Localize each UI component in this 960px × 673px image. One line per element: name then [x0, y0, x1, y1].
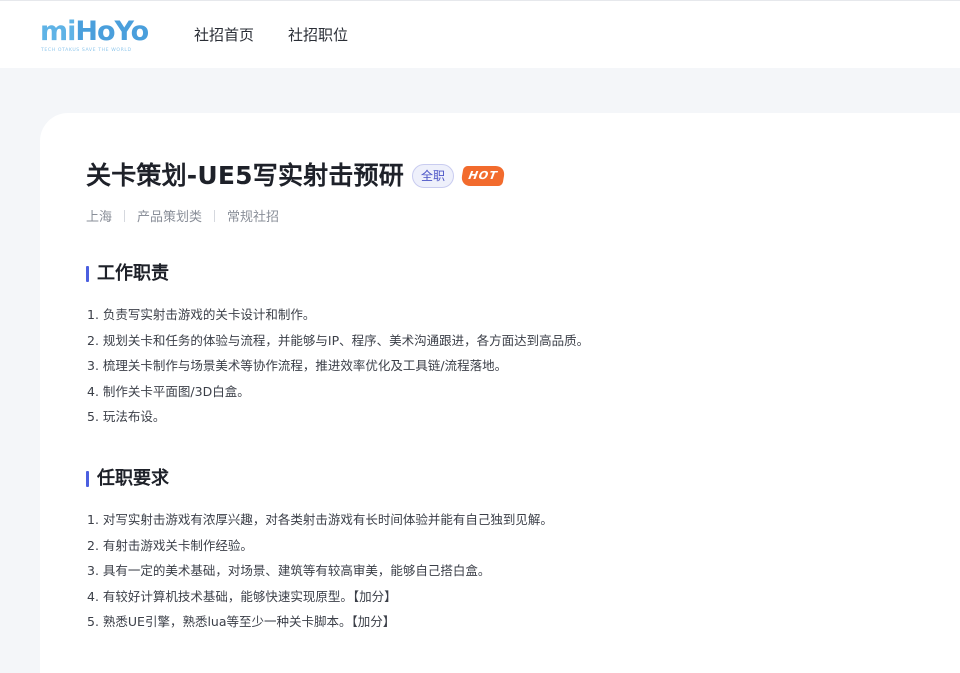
hot-badge: HOT	[460, 166, 506, 186]
list-item: 4. 制作关卡平面图/3D白盒。	[87, 383, 250, 399]
job-recruit-type: 常规社招	[227, 210, 280, 225]
logo-tagline: TECH OTAKUS SAVE THE WORLD	[41, 48, 132, 53]
mihoyo-logo[interactable]: miHoYo TECH OTAKUS SAVE THE WORLD	[40, 15, 149, 55]
list-item: 5. 熟悉UE引擎，熟悉lua等至少一种关卡脚本。【加分】	[87, 614, 396, 629]
job-location: 上海	[86, 210, 113, 225]
list-item: 4. 有较好计算机技术基础，能够快速实现原型。【加分】	[87, 588, 397, 604]
section-accent-bar	[86, 266, 89, 282]
list-item: 2. 规划关卡和任务的体验与流程，并能够与IP、程序、美术沟通跟进，各方面达到高…	[87, 332, 590, 348]
logo-wordmark: miHoYo	[40, 16, 149, 47]
job-title-row: 关卡策划-UE5写实射击预研 全职 HOT	[86, 158, 506, 194]
duties-section-title: 工作职责	[97, 263, 169, 284]
list-item: 3. 梳理关卡制作与场景美术等协作流程，推进效率优化及工具链/流程落地。	[87, 358, 508, 373]
list-item: 1. 负责写实射击游戏的关卡设计和制作。	[87, 307, 316, 322]
job-title: 关卡策划-UE5写实射击预研	[86, 161, 404, 190]
meta-divider	[124, 209, 126, 222]
list-item: 5. 玩法布设。	[87, 409, 166, 424]
main-nav: 社招首页 社招职位	[194, 23, 382, 47]
job-detail-card: 关卡策划-UE5写实射击预研 全职 HOT 上海 产品策划类 常规社招 工作职责…	[40, 113, 960, 673]
list-item: 2. 有射击游戏关卡制作经验。	[87, 537, 253, 553]
section-accent-bar	[86, 471, 89, 487]
job-category: 产品策划类	[137, 210, 203, 225]
employment-type-badge: 全职	[411, 164, 454, 188]
nav-link-positions[interactable]: 社招职位	[288, 23, 348, 47]
list-item: 3. 具有一定的美术基础，对场景、建筑等有较高审美，能够自己搭白盒。	[87, 563, 491, 578]
requirements-list: 1. 对写实射击游戏有浓厚兴趣，对各类射击游戏有长时间体验并能有自己独到见解。 …	[87, 507, 553, 635]
meta-divider	[214, 209, 216, 222]
duties-list: 1. 负责写实射击游戏的关卡设计和制作。 2. 规划关卡和任务的体验与流程，并能…	[87, 302, 589, 430]
list-item: 1. 对写实射击游戏有浓厚兴趣，对各类射击游戏有长时间体验并能有自己独到见解。	[87, 512, 553, 527]
requirements-section-header: 任职要求	[86, 467, 169, 491]
job-meta: 上海 产品策划类 常规社招	[86, 206, 279, 225]
nav-link-home[interactable]: 社招首页	[194, 23, 254, 47]
requirements-section-title: 任职要求	[97, 468, 169, 489]
top-navigation-bar: miHoYo TECH OTAKUS SAVE THE WORLD 社招首页 社…	[0, 0, 960, 68]
duties-section-header: 工作职责	[86, 262, 169, 286]
